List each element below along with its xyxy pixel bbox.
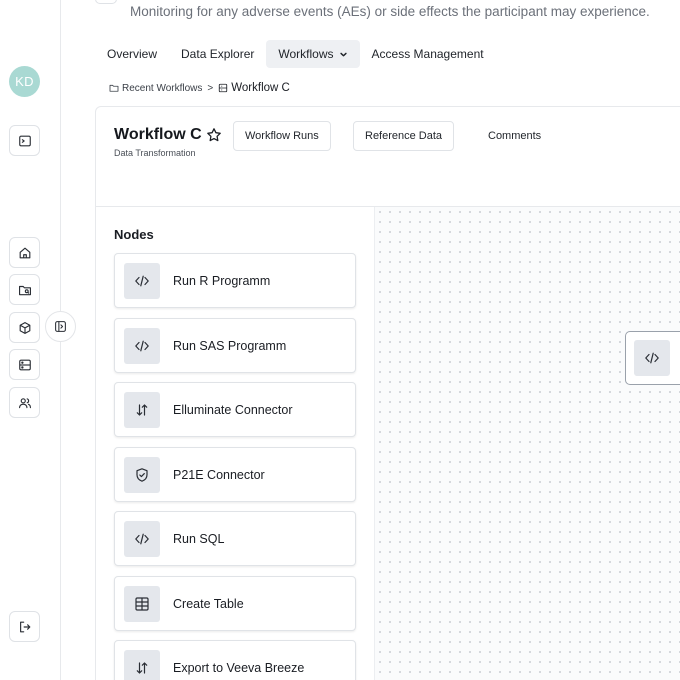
node-icon-tile — [124, 456, 160, 493]
node-export-to-veeva-breeze[interactable]: Export to Veeva Breeze — [114, 640, 356, 680]
node-icon-tile — [124, 327, 160, 364]
breadcrumb-parent[interactable]: Recent Workflows — [122, 83, 202, 94]
logout-icon — [19, 621, 30, 632]
user-avatar[interactable]: KD — [9, 66, 40, 97]
node-label: Run SAS Programm — [173, 338, 287, 353]
node-label: Run SQL — [173, 531, 225, 546]
node-create-table[interactable]: Create Table — [114, 576, 356, 631]
node-label: Run R Programm — [173, 273, 271, 288]
rail-users-button[interactable] — [9, 387, 40, 418]
tab-workflows[interactable]: Workflows — [266, 40, 360, 68]
node-icon-tile — [124, 391, 160, 428]
node-icon-tile — [124, 649, 160, 680]
nodes-title: Nodes — [114, 227, 154, 242]
rail-logout-button[interactable] — [9, 611, 40, 642]
workflow-subtitle: Data Transformation — [114, 148, 196, 158]
code-icon — [135, 275, 149, 286]
tab-overview[interactable]: Overview — [95, 40, 169, 68]
node-label: Elluminate Connector — [173, 402, 293, 417]
rail-terminal-button[interactable] — [9, 125, 40, 156]
arrows-up-down-icon — [136, 661, 148, 674]
workflow-icon — [219, 83, 228, 93]
code-icon — [645, 352, 659, 364]
button-label: Workflow Runs — [245, 130, 319, 142]
breadcrumb: Recent Workflows > Workflow C — [109, 82, 290, 94]
rail-box-button[interactable] — [9, 312, 40, 343]
breadcrumb-separator: > — [207, 82, 214, 94]
code-icon — [135, 533, 149, 544]
node-elluminate-connector[interactable]: Elluminate Connector — [114, 382, 356, 437]
top-partial-button[interactable] — [95, 0, 117, 4]
button-label: Reference Data — [365, 130, 443, 142]
node-icon-tile — [124, 520, 160, 557]
tab-label: Access Management — [371, 47, 484, 61]
node-label: Export to Veeva Breeze — [173, 660, 305, 675]
shield-check-icon — [136, 467, 148, 482]
home-icon — [19, 247, 30, 258]
node-run-sql[interactable]: Run SQL — [114, 511, 356, 566]
folder-search-icon — [18, 285, 31, 295]
page-description: Monitoring for any adverse events (AEs) … — [130, 4, 650, 19]
tab-label: Workflows — [278, 47, 334, 61]
rail-home-button[interactable] — [9, 237, 40, 268]
left-rail: KD — [0, 0, 61, 680]
tab-data-explorer[interactable]: Data Explorer — [169, 40, 266, 68]
tab-label: Data Explorer — [181, 47, 255, 61]
terminal-icon — [18, 135, 31, 146]
node-p21e-connector[interactable]: P21E Connector — [114, 447, 356, 502]
arrows-up-down-icon — [136, 403, 148, 416]
table-icon — [135, 596, 149, 611]
user-initials: KD — [15, 74, 34, 89]
node-label: P21E Connector — [173, 467, 265, 482]
workflow-canvas[interactable] — [374, 207, 680, 680]
chevron-down-icon — [339, 52, 347, 56]
node-icon-tile — [124, 262, 160, 299]
node-label: Create Table — [173, 596, 244, 611]
folder-icon — [109, 84, 119, 92]
code-icon — [135, 340, 149, 351]
node-run-sas-programm[interactable]: Run SAS Programm — [114, 318, 356, 373]
node-icon-tile — [634, 340, 670, 376]
reference-data-button[interactable]: Reference Data — [353, 121, 455, 151]
workflow-panel: Workflow C Data Transformation Workflow … — [95, 106, 680, 680]
node-icon-tile — [124, 585, 160, 622]
box-icon — [19, 321, 30, 334]
node-run-r-programm[interactable]: Run R Programm — [114, 253, 356, 308]
server-icon — [18, 359, 31, 370]
workflow-runs-button[interactable]: Workflow Runs — [233, 121, 331, 151]
tab-access-management[interactable]: Access Management — [360, 40, 496, 68]
rail-server-button[interactable] — [9, 349, 40, 380]
workflow-title: Workflow C — [114, 126, 202, 143]
nodes-palette: Nodes Run R Programm Run SAS Programm El… — [96, 207, 374, 680]
workflow-header: Workflow C Data Transformation Workflow … — [96, 107, 680, 207]
breadcrumb-current: Workflow C — [231, 82, 290, 94]
sidebar-collapse-button[interactable] — [45, 311, 76, 342]
users-icon — [18, 397, 31, 408]
canvas-node[interactable] — [625, 331, 680, 385]
comments-button[interactable]: Comments — [476, 121, 554, 151]
tab-label: Overview — [107, 47, 158, 61]
rail-folder-search-button[interactable] — [9, 274, 40, 305]
panel-toggle-icon — [55, 321, 66, 332]
button-label: Comments — [488, 130, 542, 142]
main-tabs: Overview Data Explorer Workflows Access … — [95, 40, 496, 68]
star-icon[interactable] — [206, 127, 222, 143]
